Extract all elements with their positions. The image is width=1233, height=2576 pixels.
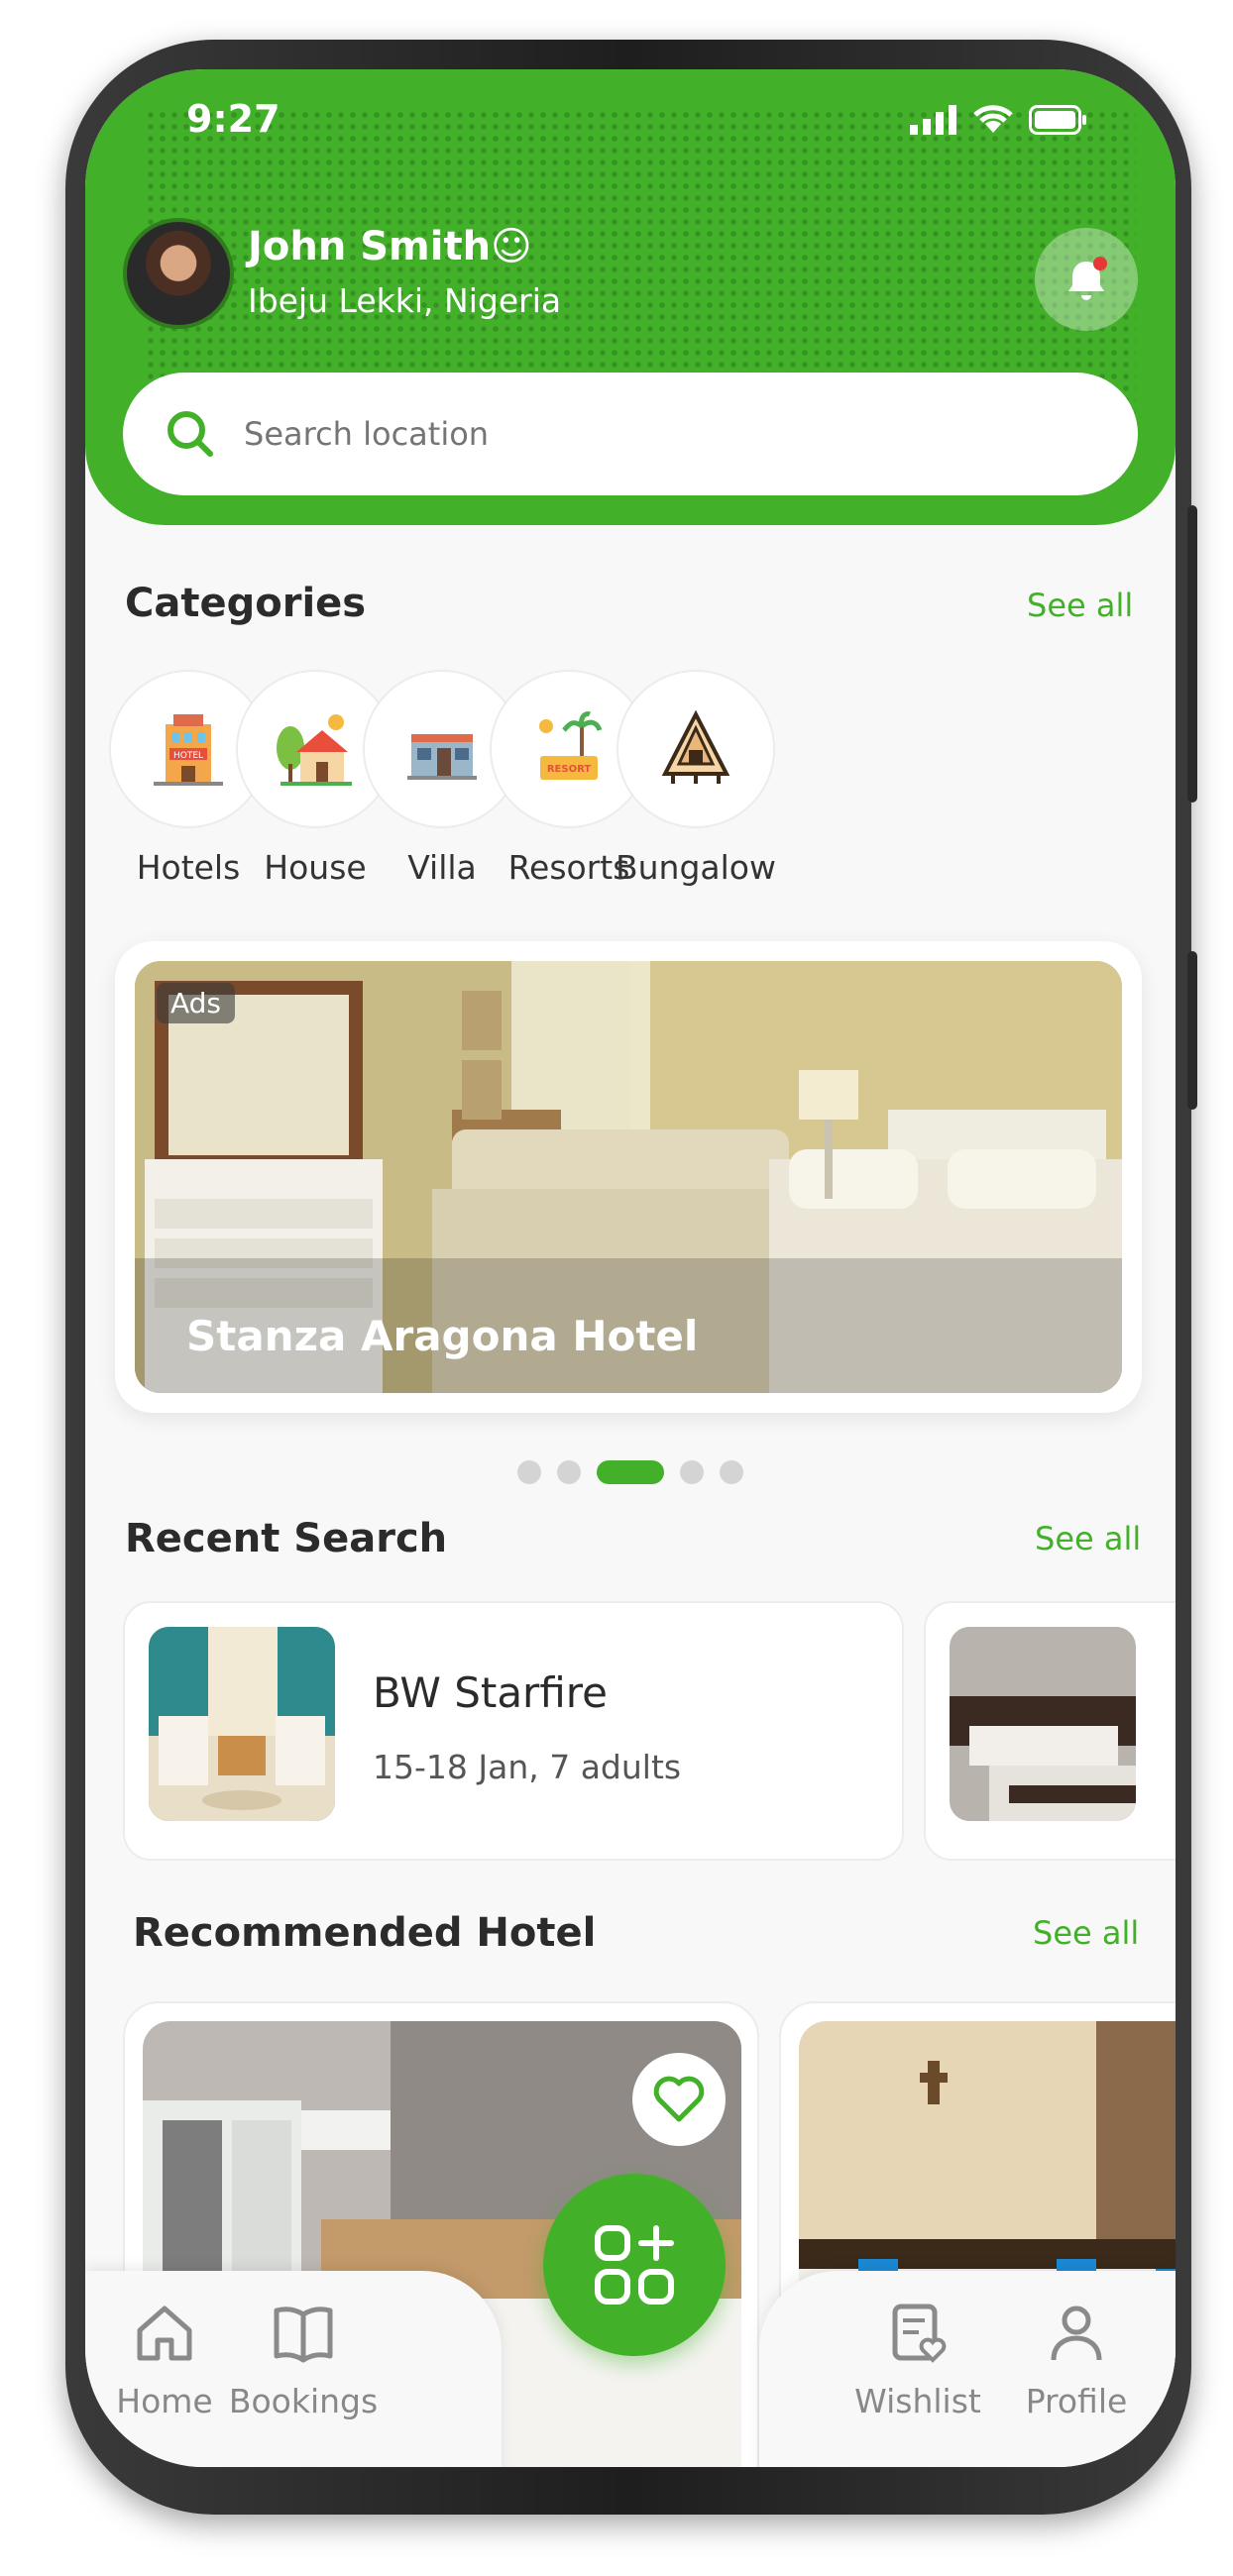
side-button bbox=[1187, 951, 1197, 1110]
category-label: Bungalow bbox=[616, 848, 776, 887]
carousel-dot[interactable] bbox=[720, 1460, 743, 1484]
recent-search-card[interactable] bbox=[924, 1601, 1176, 1861]
user-name: John Smith☺ bbox=[248, 224, 532, 269]
recommended-title: Recommended Hotel bbox=[133, 1910, 597, 1956]
search-icon bbox=[168, 411, 213, 457]
bungalow-icon bbox=[661, 709, 730, 784]
categories-title: Categories bbox=[125, 581, 367, 626]
nav-bookings[interactable]: Bookings bbox=[204, 2301, 402, 2420]
wishlist-icon bbox=[892, 2304, 947, 2363]
bell-icon bbox=[1068, 257, 1107, 300]
nav-label: Profile bbox=[1025, 2382, 1128, 2420]
battery-icon bbox=[1029, 105, 1086, 135]
header: 9:27 John Smith☺ Ibeju Lekki, Nigeria bbox=[85, 69, 1176, 525]
user-location: Ibeju Lekki, Nigeria bbox=[248, 281, 562, 320]
recent-hotel-info: 15-18 Jan, 7 adults bbox=[373, 1748, 682, 1786]
home-icon bbox=[137, 2306, 192, 2361]
nav-profile[interactable]: Profile bbox=[997, 2301, 1156, 2420]
app-screen: 9:27 John Smith☺ Ibeju Lekki, Nigeria Se… bbox=[85, 69, 1176, 2467]
nav-label: Wishlist bbox=[854, 2382, 981, 2420]
signal-icon bbox=[910, 105, 956, 135]
nav-label: Bookings bbox=[228, 2382, 379, 2420]
fab-menu-button[interactable] bbox=[543, 2174, 726, 2356]
carousel-dot[interactable] bbox=[517, 1460, 541, 1484]
heart-icon bbox=[653, 2076, 705, 2122]
wishlist-heart-button[interactable] bbox=[632, 2053, 726, 2146]
ads-badge: Ads bbox=[157, 983, 236, 1023]
category-bungalow[interactable]: Bungalow bbox=[597, 670, 795, 887]
avatar[interactable] bbox=[123, 218, 234, 329]
search-input[interactable] bbox=[242, 414, 1039, 454]
search-bar[interactable] bbox=[123, 373, 1138, 495]
profile-icon bbox=[1051, 2306, 1102, 2361]
ad-image: Ads Stanza Aragona Hotel bbox=[135, 961, 1122, 1393]
ad-title: Stanza Aragona Hotel bbox=[186, 1312, 699, 1360]
categories-see-all[interactable]: See all bbox=[1027, 587, 1133, 624]
recent-hotel-name: BW Starfire bbox=[373, 1668, 608, 1717]
svg-text:HOTEL: HOTEL bbox=[173, 751, 203, 761]
carousel-dot[interactable] bbox=[680, 1460, 704, 1484]
recent-thumbnail bbox=[149, 1627, 335, 1821]
notification-button[interactable] bbox=[1035, 228, 1138, 331]
recent-search-card[interactable]: BW Starfire 15-18 Jan, 7 adults bbox=[123, 1601, 904, 1861]
resort-sign-text: RESORT bbox=[547, 764, 591, 775]
recommended-see-all[interactable]: See all bbox=[1033, 1914, 1139, 1952]
book-icon bbox=[274, 2307, 333, 2363]
carousel-indicator bbox=[85, 1460, 1176, 1484]
recent-see-all[interactable]: See all bbox=[1035, 1520, 1141, 1557]
wifi-icon bbox=[973, 105, 1013, 133]
ad-card[interactable]: Ads Stanza Aragona Hotel bbox=[115, 941, 1142, 1413]
side-button bbox=[1187, 505, 1197, 803]
status-icons bbox=[910, 103, 1088, 135]
recent-search-title: Recent Search bbox=[125, 1516, 448, 1561]
status-time: 9:27 bbox=[186, 97, 280, 141]
carousel-dot-active[interactable] bbox=[597, 1460, 664, 1484]
nav-wishlist[interactable]: Wishlist bbox=[819, 2301, 1017, 2420]
apps-add-icon bbox=[595, 2225, 674, 2305]
recent-thumbnail bbox=[950, 1627, 1136, 1821]
carousel-dot[interactable] bbox=[557, 1460, 581, 1484]
